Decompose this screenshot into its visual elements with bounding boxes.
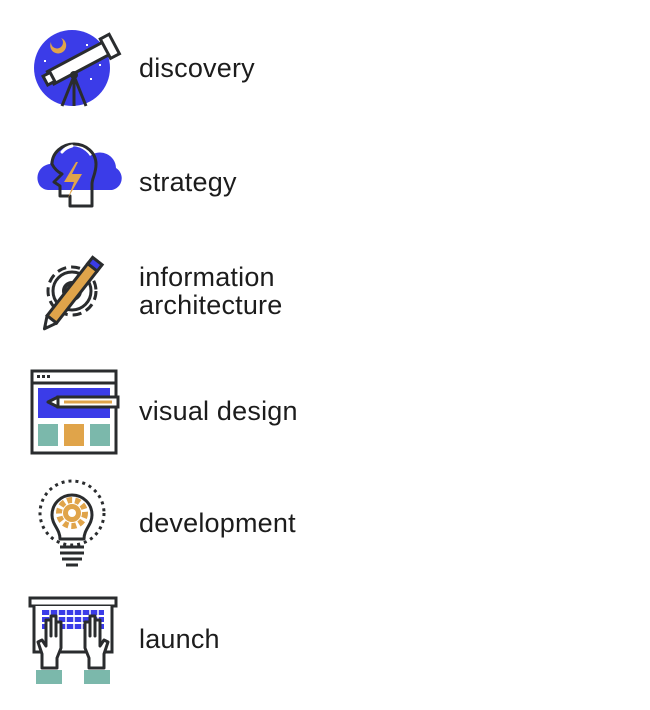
step-launch: launch <box>0 592 650 692</box>
step-label-information-architecture: information architecture <box>139 263 282 319</box>
step-label-development: development <box>139 508 296 538</box>
step-label-strategy: strategy <box>139 167 237 197</box>
step-development: development <box>0 475 650 575</box>
step-strategy: strategy <box>0 134 650 234</box>
step-label-launch: launch <box>139 624 220 654</box>
browser-pencil-icon <box>24 361 124 461</box>
lightbulb-gear-icon <box>24 475 124 575</box>
laptop-hands-icon <box>24 592 124 692</box>
step-label-discovery: discovery <box>139 53 255 83</box>
step-discovery: discovery <box>0 20 650 120</box>
step-label-visual-design: visual design <box>139 396 298 426</box>
head-lightning-cloud-icon <box>24 134 124 234</box>
step-visual-design: visual design <box>0 361 650 461</box>
telescope-icon <box>24 20 124 120</box>
step-label-line: architecture <box>139 290 283 320</box>
step-label-line: information <box>139 262 275 292</box>
step-information-architecture: information architecture <box>0 241 650 341</box>
gear-pencil-icon <box>24 241 124 341</box>
